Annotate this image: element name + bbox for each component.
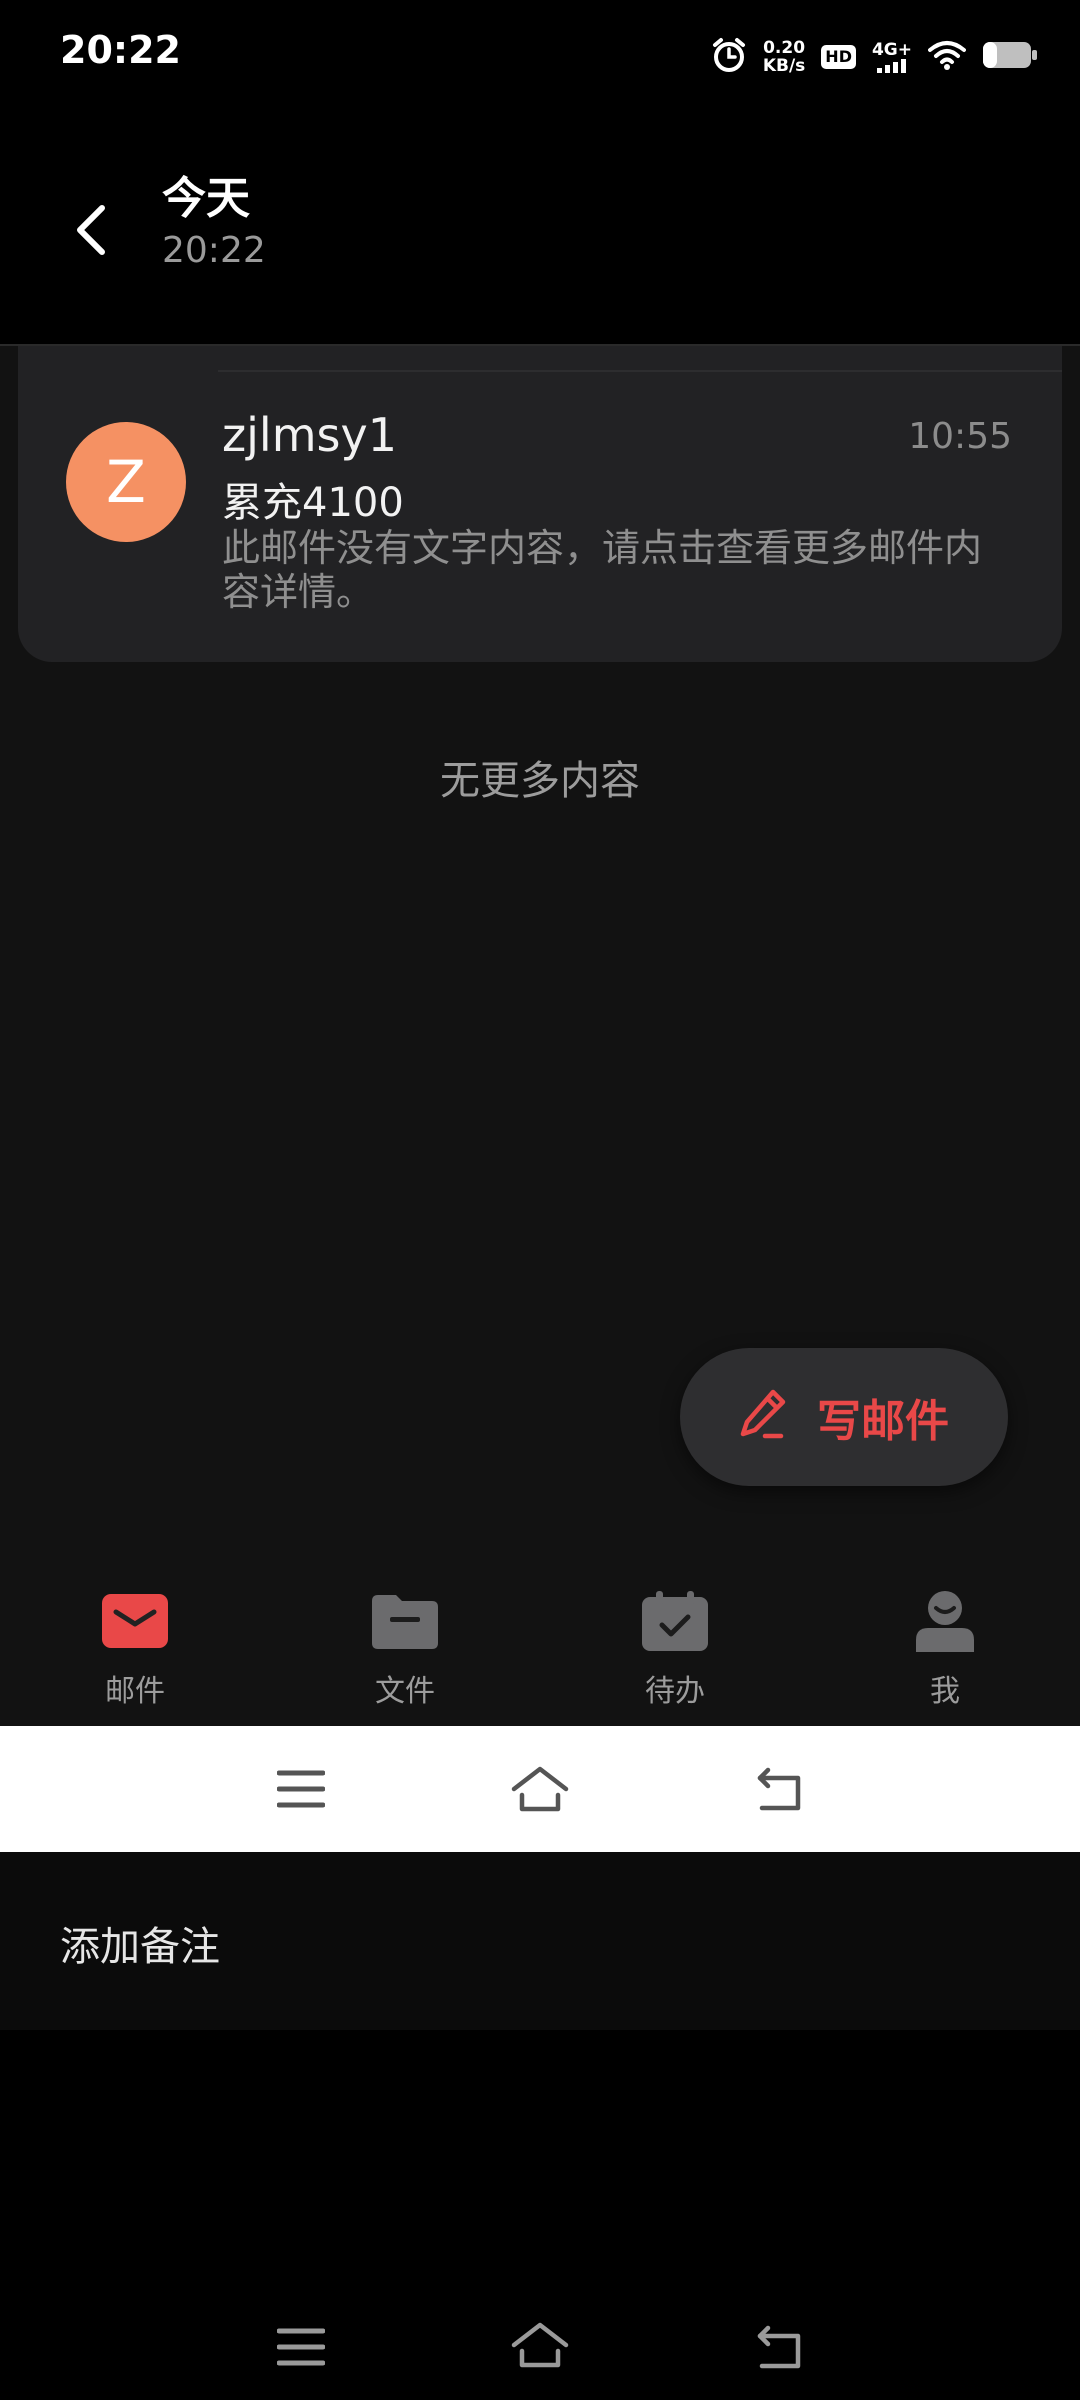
tab-mail[interactable]: 邮件	[0, 1566, 270, 1726]
menu-icon	[277, 2328, 325, 2366]
mail-sender: zjlmsy1	[222, 408, 397, 462]
hd-icon: HD	[821, 45, 856, 69]
mail-icon	[100, 1586, 170, 1656]
avatar: Z	[66, 422, 186, 542]
status-bar: 20:22 0.20 KB/s HD 4G+	[0, 0, 1080, 112]
tab-me[interactable]: 我	[810, 1566, 1080, 1726]
tab-label: 文件	[375, 1674, 435, 1709]
net-speed-value: 0.20	[763, 38, 806, 58]
tab-label: 邮件	[105, 1674, 165, 1709]
system-navigation-bar	[0, 2030, 1080, 2400]
tab-label: 待办	[645, 1674, 705, 1709]
navigation-bar	[0, 1726, 1080, 1852]
network-type: 4G+	[871, 39, 912, 60]
back-button[interactable]	[60, 190, 120, 270]
mail-time: 10:55	[908, 416, 1012, 457]
tab-files[interactable]: 文件	[270, 1566, 540, 1726]
page-title: 今天	[162, 173, 250, 224]
chevron-left-icon	[77, 205, 105, 255]
status-time: 20:22	[60, 28, 181, 72]
home-icon	[511, 1766, 569, 1812]
menu-button[interactable]	[266, 1754, 336, 1824]
home-icon	[511, 2322, 569, 2368]
divider	[218, 370, 1062, 372]
system-home-button[interactable]	[505, 2310, 575, 2380]
tab-todo[interactable]: 待办	[540, 1566, 810, 1726]
battery-icon	[982, 40, 1038, 74]
mail-list: Z zjlmsy1 10:55 累充4100 此邮件没有文字内容，请点击查看更多…	[0, 346, 1080, 1726]
net-speed-unit: KB/s	[762, 56, 806, 76]
header: 今天 20:22	[0, 112, 1080, 346]
menu-icon	[277, 1770, 325, 1808]
return-icon	[757, 1767, 801, 1811]
wifi-icon	[928, 40, 966, 74]
status-icons: 0.20 KB/s HD 4G+	[711, 32, 1038, 82]
mail-preview: 此邮件没有文字内容，请点击查看更多邮件内容详情。	[222, 526, 983, 614]
tab-label: 我	[930, 1674, 960, 1709]
system-menu-button[interactable]	[266, 2312, 336, 2382]
note-bar[interactable]: 添加备注	[0, 1852, 1080, 2030]
alarm-icon	[711, 37, 747, 77]
compose-label: 写邮件	[817, 1396, 949, 1447]
back-nav-button[interactable]	[745, 1754, 815, 1824]
pencil-icon	[739, 1388, 789, 1446]
list-item[interactable]: Z zjlmsy1 10:55 累充4100 此邮件没有文字内容，请点击查看更多…	[18, 346, 1062, 662]
calendar-check-icon	[640, 1586, 710, 1656]
signal-icon: 4G+	[871, 39, 912, 73]
profile-icon	[910, 1586, 980, 1656]
folder-icon	[370, 1586, 440, 1656]
mail-subject: 累充4100	[222, 480, 404, 526]
bottom-tab-bar: 邮件 文件 待办 我	[0, 1566, 1080, 1726]
net-speed: 0.20 KB/s	[763, 39, 805, 75]
end-of-list-text: 无更多内容	[440, 758, 640, 804]
page-subtitle: 20:22	[162, 230, 266, 271]
home-button[interactable]	[505, 1754, 575, 1824]
system-back-button[interactable]	[745, 2312, 815, 2382]
add-note-label: 添加备注	[60, 1924, 220, 1970]
compose-button[interactable]: 写邮件	[680, 1348, 1008, 1486]
return-icon	[757, 2325, 801, 2369]
